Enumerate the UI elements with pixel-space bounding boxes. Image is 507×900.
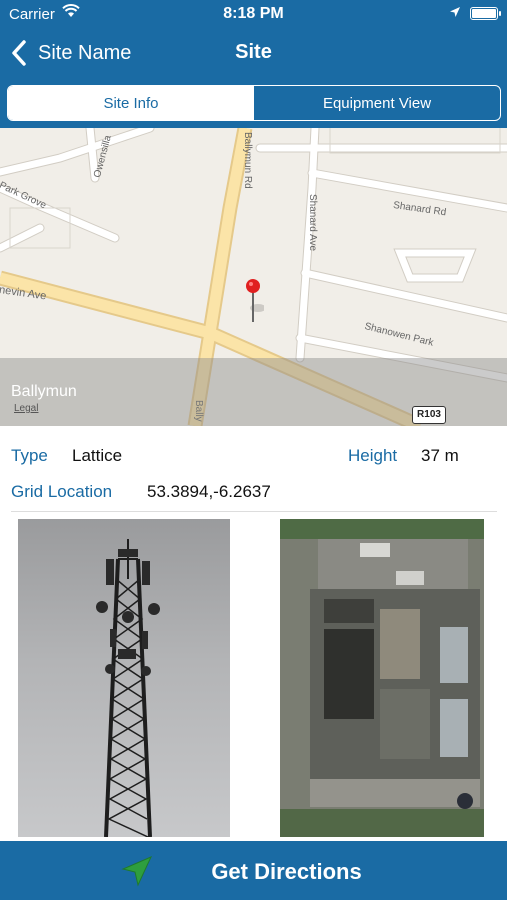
tab-site-info[interactable]: Site Info — [8, 86, 254, 120]
location-arrow-icon — [450, 7, 460, 17]
road-label-ballymun-rd: Ballymun Rd — [242, 132, 253, 189]
lattice-tower-image — [96, 539, 160, 837]
site-photo-aerial[interactable] — [280, 519, 484, 837]
divider — [11, 511, 497, 512]
height-label: Height — [348, 446, 398, 465]
height-value: 37 m — [421, 446, 459, 465]
get-directions-button[interactable]: Get Directions — [0, 841, 507, 900]
get-directions-label: Get Directions — [211, 859, 362, 884]
site-details: Type Lattice Height 37 m Grid Location 5… — [0, 426, 507, 516]
grid-location-label: Grid Location — [11, 482, 113, 501]
navigation-bar: Site Name Site — [0, 30, 507, 76]
map-pin-icon[interactable] — [244, 278, 264, 324]
page-title: Site — [235, 41, 272, 63]
grid-location-value: 53.3894,-6.2637 — [147, 482, 271, 501]
type-value: Lattice — [72, 446, 123, 465]
status-bar: Carrier 8:18 PM — [0, 0, 507, 28]
tab-equipment-view[interactable]: Equipment View — [254, 86, 500, 120]
aerial-site-image — [280, 519, 484, 837]
site-photo-tower[interactable] — [18, 519, 230, 837]
segmented-control: Site Info Equipment View — [7, 85, 501, 121]
type-label: Type — [11, 446, 48, 465]
route-shield: R103 — [412, 406, 446, 424]
map-place-name: Ballymun — [11, 383, 77, 400]
status-time: 8:18 PM — [223, 5, 284, 22]
map-legal-link[interactable]: Legal — [14, 403, 38, 414]
battery-icon — [470, 7, 501, 20]
site-map[interactable]: Ballymun Rd Owensilla Park Grove nevin A… — [0, 128, 507, 426]
road-label-shanard-ave: Shanard Ave — [307, 194, 318, 252]
top-bar: Carrier 8:18 PM Site Name Site Site Info… — [0, 0, 507, 128]
